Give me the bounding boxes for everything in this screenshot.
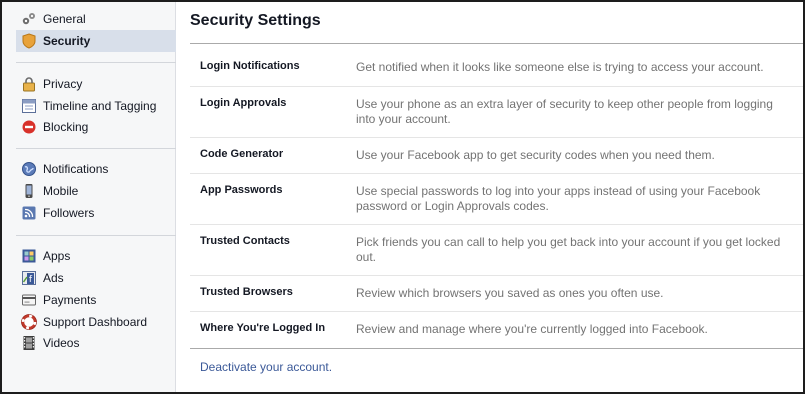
settings-row-trusted-contacts[interactable]: Trusted Contacts Pick friends you can ca… [190,225,803,276]
row-description: Use your phone as an extra layer of secu… [356,97,773,126]
row-description: Review which browsers you saved as ones … [356,286,664,300]
settings-row-login-notifications[interactable]: Login Notifications Get notified when it… [190,50,803,87]
sidebar-item-label: Support Dashboard [43,315,148,329]
globe-icon [21,161,37,177]
sidebar-item-privacy[interactable]: Privacy [16,73,176,95]
sidebar-divider [16,62,176,63]
sidebar-item-support-dashboard[interactable]: Support Dashboard [16,311,176,333]
row-description: Use your Facebook app to get security co… [356,148,715,162]
row-label: Code Generator [200,148,284,160]
sidebar-item-label: Security [43,34,91,48]
sidebar-item-videos[interactable]: Videos [16,332,176,354]
gears-icon [21,11,37,27]
settings-row-where-logged-in[interactable]: Where You're Logged In Review and manage… [190,312,803,348]
lock-icon [21,76,37,92]
row-label: Where You're Logged In [200,322,326,334]
sidebar-item-ads[interactable]: f Ads [16,267,176,289]
sidebar-divider [16,235,176,236]
row-label: App Passwords [200,184,283,196]
divider [190,348,803,349]
sidebar-item-label: Apps [43,249,71,263]
sidebar-item-timeline-and-tagging[interactable]: Timeline and Tagging [16,95,176,117]
sidebar-item-payments[interactable]: Payments [16,289,176,311]
row-label: Trusted Browsers [200,286,293,298]
sidebar-item-label: Videos [43,336,80,350]
sidebar-item-label: Notifications [43,162,109,176]
sidebar-item-apps[interactable]: Apps [16,245,176,267]
page-title: Security Settings [190,12,321,29]
phone-icon [21,183,37,199]
row-description: Review and manage where you're currently… [356,322,708,336]
sidebar-item-label: General [43,12,86,26]
rss-icon [21,205,37,221]
settings-main: Security Settings Login Notifications Ge… [177,2,803,392]
timeline-icon [21,98,37,114]
row-description: Pick friends you can call to help you ge… [356,235,781,264]
lifebuoy-icon [21,314,37,330]
deactivate-account-link[interactable]: Deactivate your account. [200,360,332,374]
sidebar-item-label: Mobile [43,184,79,198]
sidebar-item-label: Privacy [43,77,83,91]
row-description: Get notified when it looks like someone … [356,60,764,74]
sidebar-item-general[interactable]: General [16,8,176,30]
sidebar-divider [16,148,176,149]
sidebar-item-followers[interactable]: Followers [16,202,176,224]
sidebar-item-label: Blocking [43,120,89,134]
divider [190,43,803,44]
settings-row-app-passwords[interactable]: App Passwords Use special passwords to l… [190,174,803,225]
sidebar-item-blocking[interactable]: Blocking [16,116,176,138]
row-label: Login Notifications [200,60,300,72]
ads-icon: f [21,270,37,286]
settings-sidebar: General Security Privacy Timeline and Ta… [2,2,176,392]
row-label: Trusted Contacts [200,235,290,247]
block-icon [21,119,37,135]
row-label: Login Approvals [200,97,287,109]
sidebar-item-label: Followers [43,206,95,220]
apps-icon [21,248,37,264]
settings-window: General Security Privacy Timeline and Ta… [0,0,805,394]
sidebar-item-label: Ads [43,271,64,285]
settings-row-login-approvals[interactable]: Login Approvals Use your phone as an ext… [190,87,803,138]
sidebar-item-mobile[interactable]: Mobile [16,180,176,202]
card-icon [21,292,37,308]
sidebar-item-security[interactable]: Security [16,30,176,52]
settings-row-trusted-browsers[interactable]: Trusted Browsers Review which browsers y… [190,276,803,312]
settings-row-code-generator[interactable]: Code Generator Use your Facebook app to … [190,138,803,174]
sidebar-item-label: Payments [43,293,97,307]
row-description: Use special passwords to log into your a… [356,184,761,213]
sidebar-item-notifications[interactable]: Notifications [16,158,176,180]
shield-icon [21,33,37,49]
film-icon [21,335,37,351]
sidebar-item-label: Timeline and Tagging [43,99,157,113]
